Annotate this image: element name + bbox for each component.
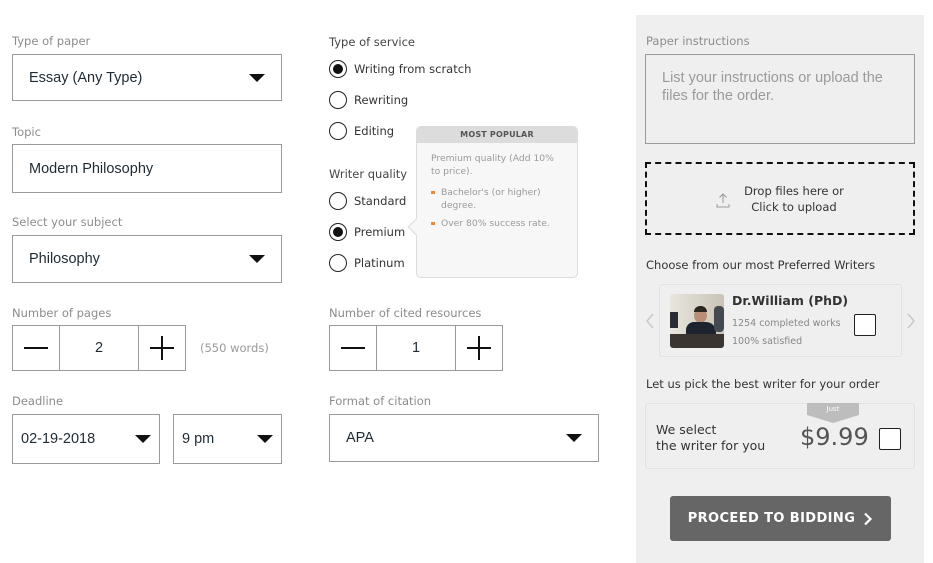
topic-label: Topic: [12, 125, 41, 139]
quality-option-label: Premium: [354, 225, 406, 239]
service-option-writing[interactable]: Writing from scratch: [329, 60, 471, 78]
auto-pick-card: Just We select the writer for you $9.99: [645, 403, 915, 469]
instructions-textarea[interactable]: List your instructions or upload the fil…: [645, 54, 915, 144]
caret-down-icon: [257, 435, 273, 443]
plus-icon: [467, 336, 491, 360]
tooltip-bullet: Over 80% success rate.: [431, 217, 563, 230]
dropzone-line1: Drop files here or: [744, 183, 844, 198]
radio-checked-icon: [329, 223, 347, 241]
writer-works: 1254 completed works: [732, 318, 841, 329]
writer-select-checkbox[interactable]: [854, 314, 876, 336]
quality-option-label: Platinum: [354, 256, 405, 270]
radio-checked-icon: [329, 60, 347, 78]
quality-option-premium[interactable]: Premium: [329, 223, 405, 241]
cited-label: Number of cited resources: [329, 306, 482, 320]
words-hint: (550 words): [200, 341, 269, 355]
pages-decrement-button[interactable]: [13, 326, 59, 370]
file-dropzone[interactable]: Drop files here or Click to upload: [645, 162, 915, 235]
tooltip-description: Premium quality (Add 10% to price).: [431, 153, 554, 177]
carousel-prev-icon[interactable]: [645, 313, 655, 329]
tooltip-header: MOST POPULAR: [417, 127, 577, 143]
writer-avatar: [670, 294, 724, 348]
pages-stepper: 2: [12, 325, 186, 371]
plus-icon: [150, 336, 174, 360]
topic-value: Modern Philosophy: [29, 160, 154, 177]
service-option-label: Rewriting: [354, 93, 409, 107]
radio-unchecked-icon: [329, 91, 347, 109]
auto-pick-line2: the writer for you: [656, 438, 766, 453]
paper-type-value: Essay (Any Type): [29, 69, 143, 86]
paper-type-label: Type of paper: [12, 34, 91, 48]
radio-unchecked-icon: [329, 122, 347, 140]
caret-down-icon: [566, 434, 582, 442]
service-label: Type of service: [329, 35, 416, 49]
caret-down-icon: [249, 73, 265, 82]
citation-label: Format of citation: [329, 394, 432, 408]
quality-option-standard[interactable]: Standard: [329, 192, 406, 210]
quality-tooltip: MOST POPULAR Premium quality (Add 10% to…: [407, 126, 578, 278]
service-option-label: Writing from scratch: [354, 62, 472, 76]
writer-satisfied: 100% satisfied: [732, 336, 803, 347]
citation-select[interactable]: APA: [329, 414, 599, 462]
service-option-label: Editing: [354, 124, 395, 138]
chevron-right-icon: [864, 512, 873, 525]
instructions-label: Paper instructions: [646, 34, 750, 48]
auto-pick-price: $9.99: [800, 423, 869, 451]
deadline-date-value: 02-19-2018: [21, 431, 96, 447]
upload-icon: [716, 192, 730, 207]
caret-down-icon: [135, 435, 151, 443]
subject-value: Philosophy: [29, 251, 100, 267]
just-badge-text: Just: [826, 405, 840, 413]
cited-decrement-button[interactable]: [330, 326, 376, 370]
quality-option-label: Standard: [354, 194, 407, 208]
cited-increment-button[interactable]: [456, 326, 502, 370]
pages-increment-button[interactable]: [139, 326, 185, 370]
proceed-label: PROCEED TO BIDDING: [687, 511, 856, 526]
quality-option-platinum[interactable]: Platinum: [329, 254, 405, 272]
citation-value: APA: [346, 430, 374, 446]
topic-input[interactable]: Modern Philosophy: [12, 144, 282, 193]
auto-pick-checkbox[interactable]: [879, 428, 901, 450]
auto-pick-line1: We select: [656, 422, 717, 437]
carousel-next-icon[interactable]: [906, 313, 916, 329]
pages-value[interactable]: 2: [59, 326, 139, 370]
service-option-rewriting[interactable]: Rewriting: [329, 91, 408, 109]
cited-value[interactable]: 1: [376, 326, 456, 370]
quality-label: Writer quality: [329, 167, 408, 181]
radio-unchecked-icon: [329, 192, 347, 210]
subject-select[interactable]: Philosophy: [12, 235, 282, 283]
tooltip-bullet: Bachelor's (or higher) degree.: [431, 186, 563, 212]
writer-name: Dr.William (PhD): [732, 293, 849, 308]
proceed-to-bidding-button[interactable]: PROCEED TO BIDDING: [670, 496, 891, 541]
dropzone-line2: Click to upload: [751, 199, 837, 214]
subject-label: Select your subject: [12, 215, 123, 229]
cited-stepper: 1: [329, 325, 503, 371]
preferred-label: Choose from our most Preferred Writers: [646, 258, 876, 272]
radio-unchecked-icon: [329, 254, 347, 272]
minus-icon: [24, 347, 48, 349]
deadline-label: Deadline: [12, 394, 64, 408]
deadline-date-select[interactable]: 02-19-2018: [12, 414, 160, 464]
instructions-placeholder: List your instructions or upload the fil…: [662, 70, 883, 104]
minus-icon: [341, 347, 365, 349]
paper-type-select[interactable]: Essay (Any Type): [12, 54, 282, 101]
writer-card: Dr.William (PhD) 1254 completed works 10…: [659, 284, 902, 357]
pages-label: Number of pages: [12, 306, 112, 320]
deadline-time-select[interactable]: 9 pm: [173, 414, 282, 464]
pick-label: Let us pick the best writer for your ord…: [646, 377, 880, 391]
caret-down-icon: [249, 255, 265, 263]
service-option-editing[interactable]: Editing: [329, 122, 394, 140]
deadline-time-value: 9 pm: [182, 431, 215, 447]
